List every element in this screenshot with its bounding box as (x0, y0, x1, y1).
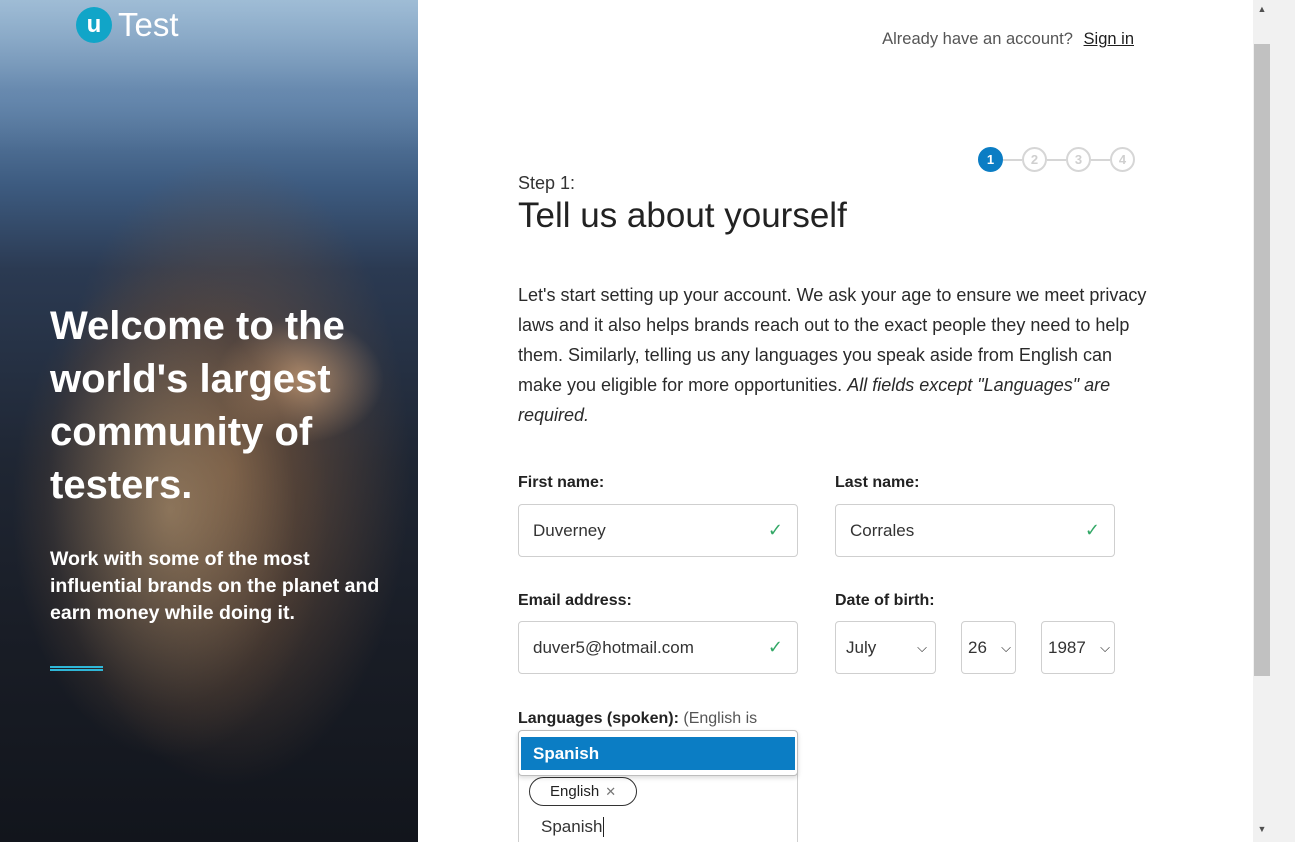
step-connector (1047, 158, 1066, 161)
hero-title: Welcome to the world's largest community… (50, 304, 345, 507)
scroll-thumb[interactable] (1254, 44, 1270, 676)
email-label: Email address: (518, 592, 632, 609)
first-name-label: First name: (518, 474, 605, 491)
account-prompt-text: Already have an account? (882, 30, 1073, 48)
chevron-down-icon: ⌵ (1100, 639, 1110, 655)
step-progress: 1 2 3 4 (978, 147, 1135, 172)
hero-panel: u Test Welcome to the world's largest co… (0, 0, 418, 842)
step-4-indicator: 4 (1110, 147, 1135, 172)
signin-link[interactable]: Sign in (1084, 30, 1134, 48)
languages-input[interactable]: Spanish (541, 817, 605, 837)
scrollbar[interactable]: ▲ ▼ (1253, 0, 1295, 842)
check-icon: ✓ (767, 637, 783, 657)
email-value: duver5@hotmail.com (533, 637, 694, 657)
check-icon: ✓ (1084, 520, 1100, 540)
last-name-value: Corrales (850, 520, 915, 540)
hero-subtitle: Work with some of the most influential b… (50, 548, 380, 624)
dob-year-select[interactable]: 1987 ⌵ (1041, 621, 1115, 674)
step-connector (1003, 158, 1022, 161)
dob-month-value: July (846, 637, 877, 657)
step-connector (1091, 158, 1110, 161)
last-name-field[interactable]: Corrales ✓ (835, 504, 1115, 557)
step-label: Step 1: (518, 173, 576, 193)
language-suggestions-dropdown: Spanish (518, 730, 798, 776)
scroll-down-icon[interactable]: ▼ (1257, 824, 1267, 834)
suggestion-option-spanish[interactable]: Spanish (521, 737, 795, 770)
hero-divider (50, 666, 103, 671)
hero-sky (0, 0, 418, 150)
first-name-field[interactable]: Duverney ✓ (518, 504, 798, 557)
last-name-label: Last name: (835, 474, 920, 491)
check-icon: ✓ (767, 520, 783, 540)
close-icon[interactable]: ✕ (605, 784, 616, 800)
page-title: Tell us about yourself (518, 196, 847, 235)
first-name-value: Duverney (533, 520, 606, 540)
dob-year-value: 1987 (1048, 637, 1086, 657)
language-tag-english[interactable]: English ✕ (529, 777, 638, 806)
chevron-down-icon: ⌵ (917, 639, 927, 655)
languages-note: (English is (683, 710, 758, 727)
languages-label: Languages (spoken): (English is (518, 710, 757, 728)
intro-paragraph: Let's start setting up your account. We … (518, 280, 1148, 430)
languages-label-text: Languages (spoken): (518, 710, 679, 727)
scroll-up-icon[interactable]: ▲ (1257, 4, 1267, 14)
dob-month-select[interactable]: July ⌵ (835, 621, 936, 674)
logo-mark: u (76, 7, 112, 43)
utest-logo[interactable]: u Test (76, 6, 179, 44)
email-field[interactable]: duver5@hotmail.com ✓ (518, 621, 798, 674)
logo-text: Test (118, 6, 179, 43)
step-3-indicator: 3 (1066, 147, 1091, 172)
step-2-indicator: 2 (1022, 147, 1047, 172)
dob-day-select[interactable]: 26 ⌵ (961, 621, 1016, 674)
chevron-down-icon: ⌵ (1001, 639, 1011, 655)
signin-prompt: Already have an account? Sign in (882, 30, 1134, 49)
dob-day-value: 26 (968, 637, 987, 657)
dob-label: Date of birth: (835, 592, 935, 609)
step-1-indicator: 1 (978, 147, 1003, 172)
language-tag-label: English (550, 783, 600, 800)
